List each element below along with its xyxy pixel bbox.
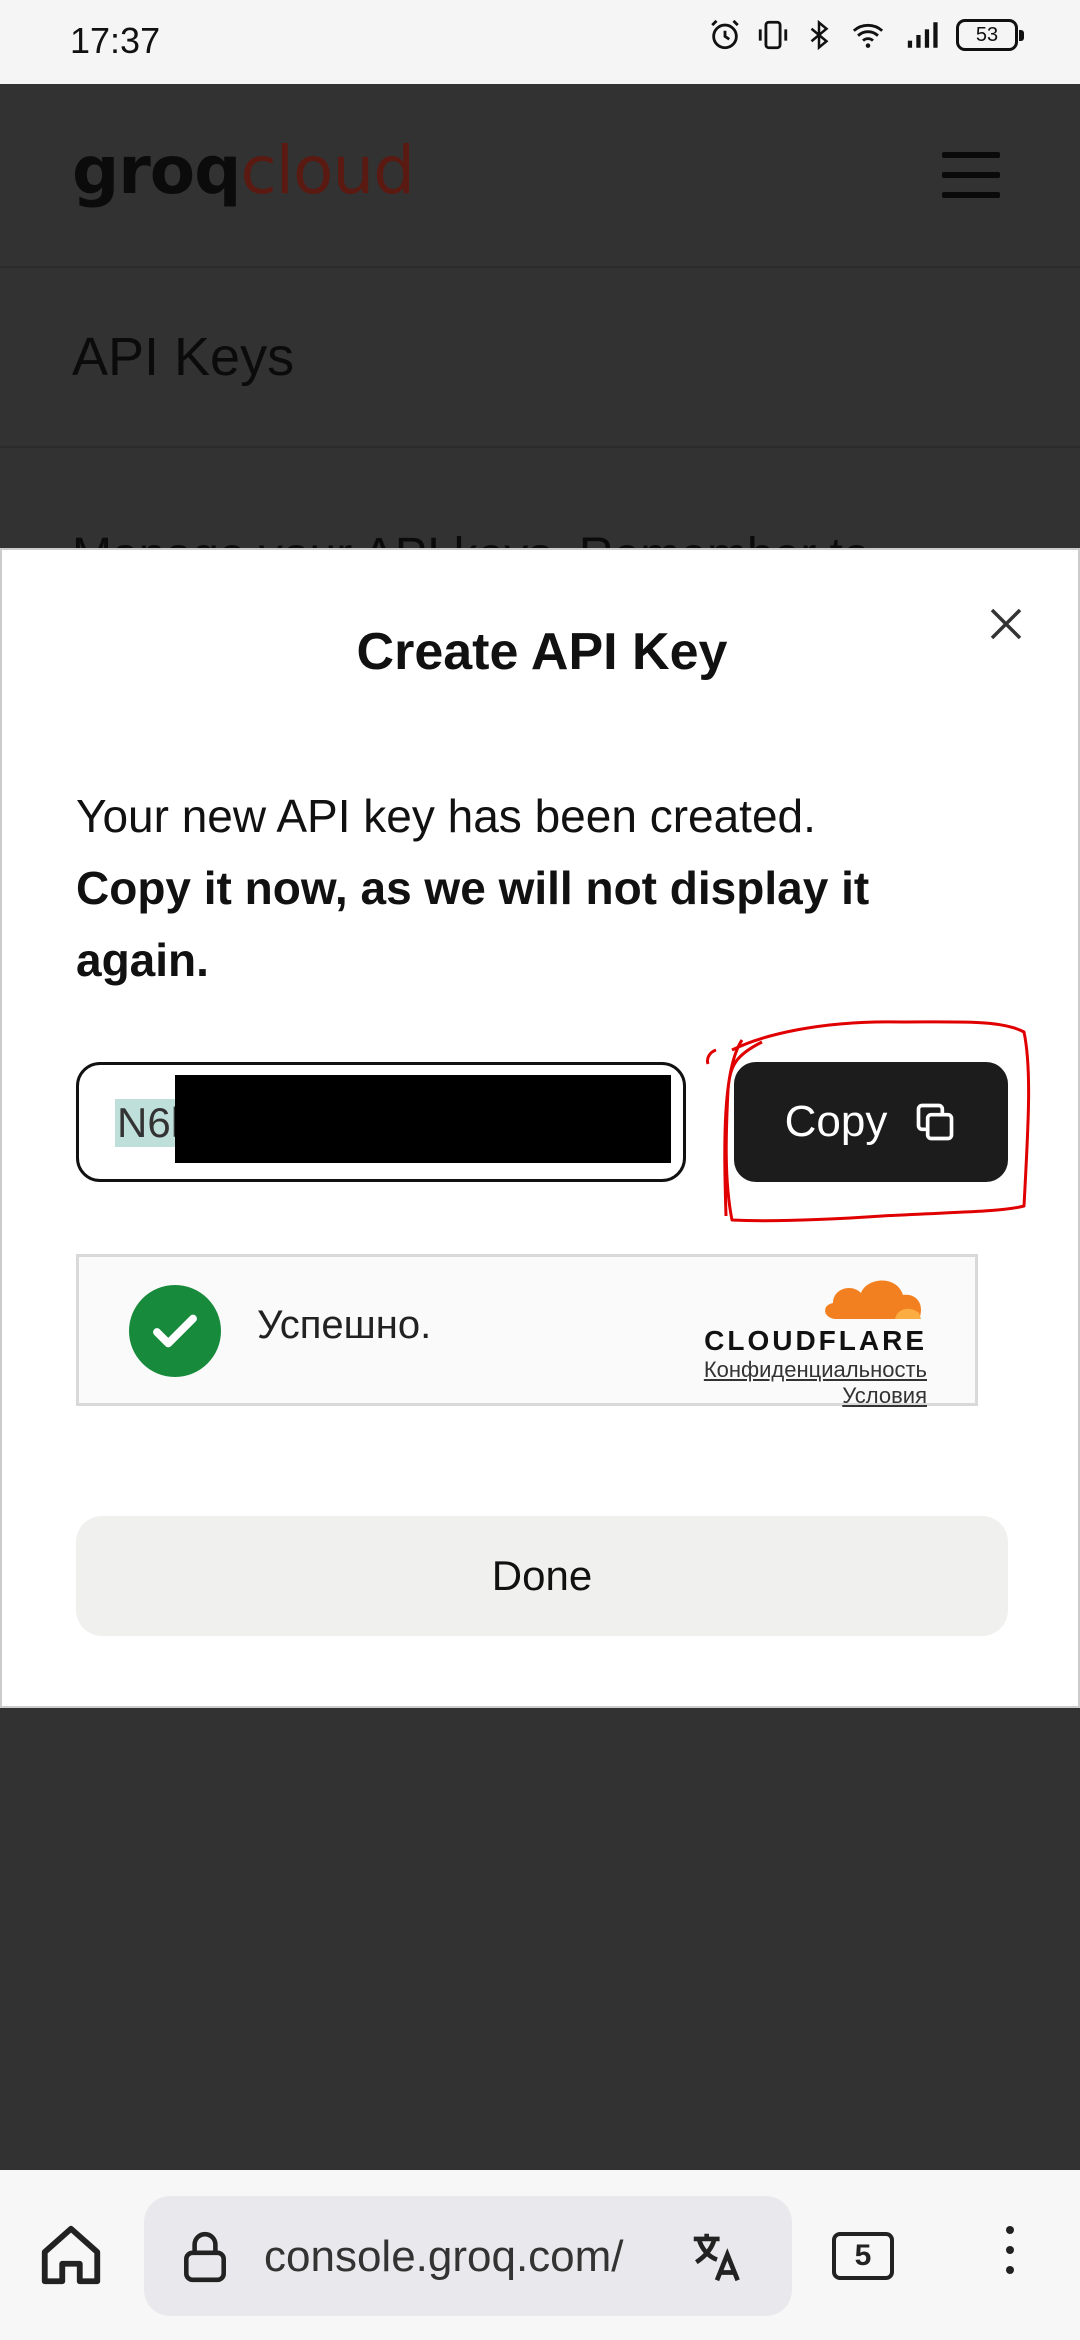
api-key-field[interactable]: N6h [76, 1062, 686, 1182]
status-time: 17:37 [70, 20, 161, 61]
lock-icon[interactable] [180, 2230, 230, 2284]
copy-icon [917, 1103, 954, 1141]
bluetooth-icon [810, 19, 829, 51]
cloudflare-status: Успешно. [257, 1303, 432, 1347]
browser-toolbar: console.groq.com/ 5 [0, 2170, 1080, 2340]
page-title: API Keys [72, 327, 295, 387]
done-button[interactable]: Done [76, 1516, 1008, 1636]
tab-switcher-button[interactable]: 5 [832, 2232, 894, 2280]
message-text: Your new API key has been created. [76, 790, 816, 842]
more-menu-icon[interactable] [1000, 2226, 1020, 2286]
create-api-key-modal: Create API Key Your new API key has been… [0, 548, 1080, 1708]
url-text[interactable]: console.groq.com/ [264, 2232, 644, 2282]
close-icon[interactable] [986, 604, 1026, 644]
site-header: groqcloud [0, 84, 1080, 268]
signal-icon [907, 22, 938, 48]
logo-cloud: cloud [240, 132, 415, 209]
terms-link[interactable]: Условия [687, 1383, 927, 1409]
home-icon[interactable] [36, 2220, 106, 2290]
copy-label: Copy [784, 1097, 888, 1146]
check-icon [129, 1285, 221, 1377]
status-icons: 53 [708, 18, 1024, 52]
page-title-row: API Keys [0, 268, 1080, 448]
battery-icon: 53 [956, 19, 1024, 51]
message-warning: Copy it now, as we will not display it a… [76, 862, 870, 986]
cloudflare-logo: CLOUDFLARE Конфиденциальность Условия [687, 1271, 927, 1409]
status-bar: 17:37 53 [0, 0, 1080, 84]
alarm-icon [711, 19, 739, 50]
privacy-link[interactable]: Конфиденциальность [687, 1357, 927, 1383]
menu-icon[interactable] [942, 152, 1000, 198]
logo-groq: groq [72, 132, 241, 209]
vibrate-icon [758, 20, 788, 50]
redaction-block [175, 1075, 671, 1163]
cloudflare-brand: CLOUDFLARE [704, 1325, 927, 1356]
address-bar[interactable]: console.groq.com/ [144, 2196, 792, 2316]
modal-message: Your new API key has been created. Copy … [76, 780, 1006, 996]
groqcloud-logo[interactable]: groqcloud [72, 132, 415, 209]
modal-title: Create API Key [356, 623, 728, 681]
cloudflare-widget: Успешно. CLOUDFLARE Конфиденциальность У… [76, 1254, 978, 1409]
cloud-icon [825, 1280, 922, 1319]
wifi-icon [852, 23, 884, 48]
translate-icon[interactable] [684, 2226, 750, 2288]
copy-button[interactable]: Copy [734, 1062, 1008, 1182]
